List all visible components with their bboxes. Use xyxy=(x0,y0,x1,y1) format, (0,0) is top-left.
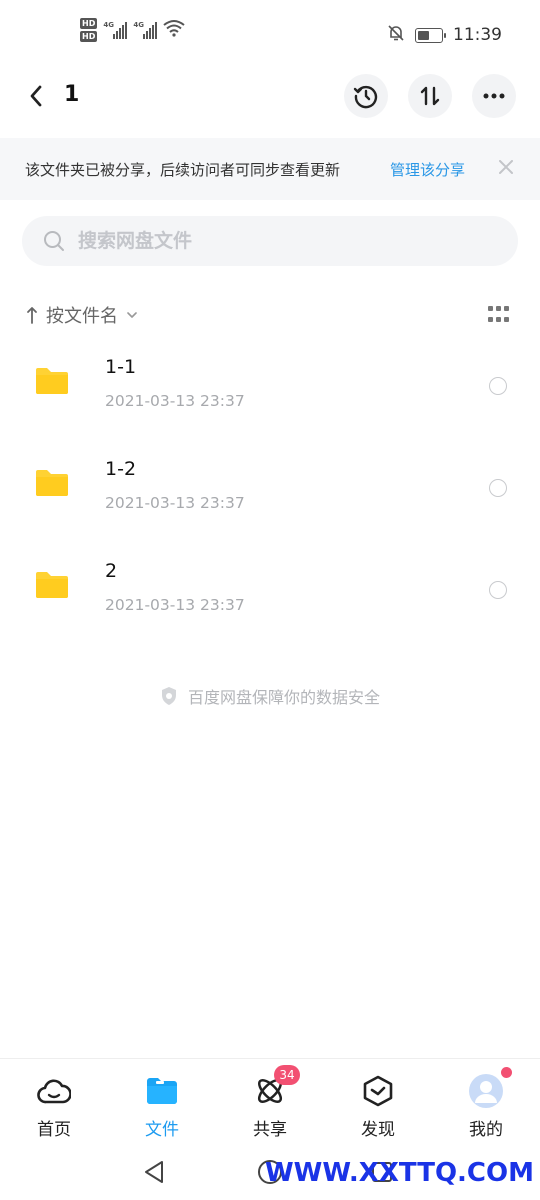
battery-icon xyxy=(415,27,446,43)
sort-label: 按文件名 xyxy=(46,306,118,327)
nav-files-label: 文件 xyxy=(145,1120,179,1140)
transfer-button[interactable] xyxy=(408,74,452,118)
grid-view-icon[interactable] xyxy=(488,306,510,324)
chevron-down-icon xyxy=(127,312,137,318)
clock: 11:39 xyxy=(453,25,502,45)
search-icon xyxy=(42,229,66,253)
battery-fill xyxy=(418,30,429,40)
hd-indicators: HD HD xyxy=(80,18,98,42)
watermark: WWW.XXTTQ.COM xyxy=(265,1158,534,1188)
history-icon xyxy=(353,85,378,109)
history-button[interactable] xyxy=(344,74,388,118)
triangle-back-icon xyxy=(145,1161,163,1183)
signal-icon-2: 4G xyxy=(133,21,158,39)
cube-icon xyxy=(360,1073,396,1109)
select-radio[interactable] xyxy=(489,581,507,599)
hd-badge-1: HD xyxy=(80,18,98,29)
nav-discover-label: 发现 xyxy=(361,1120,395,1140)
search-input[interactable] xyxy=(78,230,458,252)
status-left: HD HD 4G 4G xyxy=(80,18,185,42)
file-name: 1-1 xyxy=(105,356,137,378)
select-radio[interactable] xyxy=(489,479,507,497)
file-row[interactable]: 2 2021-03-13 23:37 xyxy=(0,540,540,642)
shield-icon xyxy=(161,687,176,705)
nav-files[interactable]: 文件 xyxy=(108,1073,216,1140)
status-right: 11:39 xyxy=(387,24,502,46)
notification-dot xyxy=(501,1067,512,1078)
share-banner: 该文件夹已被分享，后续访问者可同步查看更新 管理该分享 xyxy=(0,138,540,200)
system-nav-bar: WWW.XXTTQ.COM xyxy=(0,1148,540,1200)
network-type-2: 4G xyxy=(133,21,144,29)
manage-share-link[interactable]: 管理该分享 xyxy=(390,159,465,180)
folder-tab-icon xyxy=(144,1073,180,1109)
file-name: 2 xyxy=(105,560,118,582)
share-banner-text: 该文件夹已被分享，后续访问者可同步查看更新 xyxy=(25,161,341,179)
user-avatar-icon xyxy=(469,1074,503,1108)
system-back-button[interactable] xyxy=(138,1156,170,1188)
select-radio[interactable] xyxy=(489,377,507,395)
nav-home-label: 首页 xyxy=(37,1120,71,1140)
file-date: 2021-03-13 23:37 xyxy=(105,596,245,614)
page-title: 1 xyxy=(64,82,80,107)
more-dots-icon xyxy=(483,93,505,99)
arrow-up-icon xyxy=(27,307,37,324)
nav-share[interactable]: 34 共享 xyxy=(216,1065,324,1140)
security-note-text: 百度网盘保障你的数据安全 xyxy=(187,688,380,707)
back-button[interactable] xyxy=(20,80,52,112)
network-type-1: 4G xyxy=(103,21,114,29)
nav-discover[interactable]: 发现 xyxy=(324,1073,432,1140)
avatar xyxy=(468,1067,512,1109)
folder-icon xyxy=(36,470,68,496)
sort-row: 按文件名 xyxy=(0,298,540,332)
file-row[interactable]: 1-2 2021-03-13 23:37 xyxy=(0,438,540,540)
file-date: 2021-03-13 23:37 xyxy=(105,494,245,512)
nav-share-label: 共享 xyxy=(253,1120,287,1140)
file-date: 2021-03-13 23:37 xyxy=(105,392,245,410)
mute-bell-icon xyxy=(387,24,405,46)
file-row[interactable]: 1-1 2021-03-13 23:37 xyxy=(0,336,540,438)
nav-me-label: 我的 xyxy=(469,1120,503,1140)
hd-badge-2: HD xyxy=(80,31,98,42)
close-icon xyxy=(499,160,513,174)
folder-icon xyxy=(36,572,68,598)
file-list: 1-1 2021-03-13 23:37 1-2 2021-03-13 23:3… xyxy=(0,336,540,642)
atom-icon: 34 xyxy=(252,1065,300,1109)
bottom-nav: 首页 文件 34 共享 发现 我的 xyxy=(0,1058,540,1142)
banner-close-button[interactable] xyxy=(496,157,516,177)
signal-icon-1: 4G xyxy=(103,21,128,39)
chevron-left-icon xyxy=(30,85,42,107)
security-note: 百度网盘保障你的数据安全 xyxy=(0,684,540,708)
cloud-icon xyxy=(36,1073,72,1109)
sort-selector[interactable]: 按文件名 xyxy=(26,302,138,328)
nav-home[interactable]: 首页 xyxy=(0,1073,108,1140)
up-down-arrows-icon xyxy=(420,86,440,106)
top-bar: 1 xyxy=(0,72,540,122)
file-name: 1-2 xyxy=(105,458,137,480)
share-badge: 34 xyxy=(274,1065,300,1085)
nav-me[interactable]: 我的 xyxy=(432,1067,540,1140)
wifi-icon xyxy=(163,19,185,41)
search-bar[interactable] xyxy=(22,216,518,266)
status-bar: HD HD 4G 4G 11:39 xyxy=(0,0,540,68)
folder-icon xyxy=(36,368,68,394)
more-button[interactable] xyxy=(472,74,516,118)
